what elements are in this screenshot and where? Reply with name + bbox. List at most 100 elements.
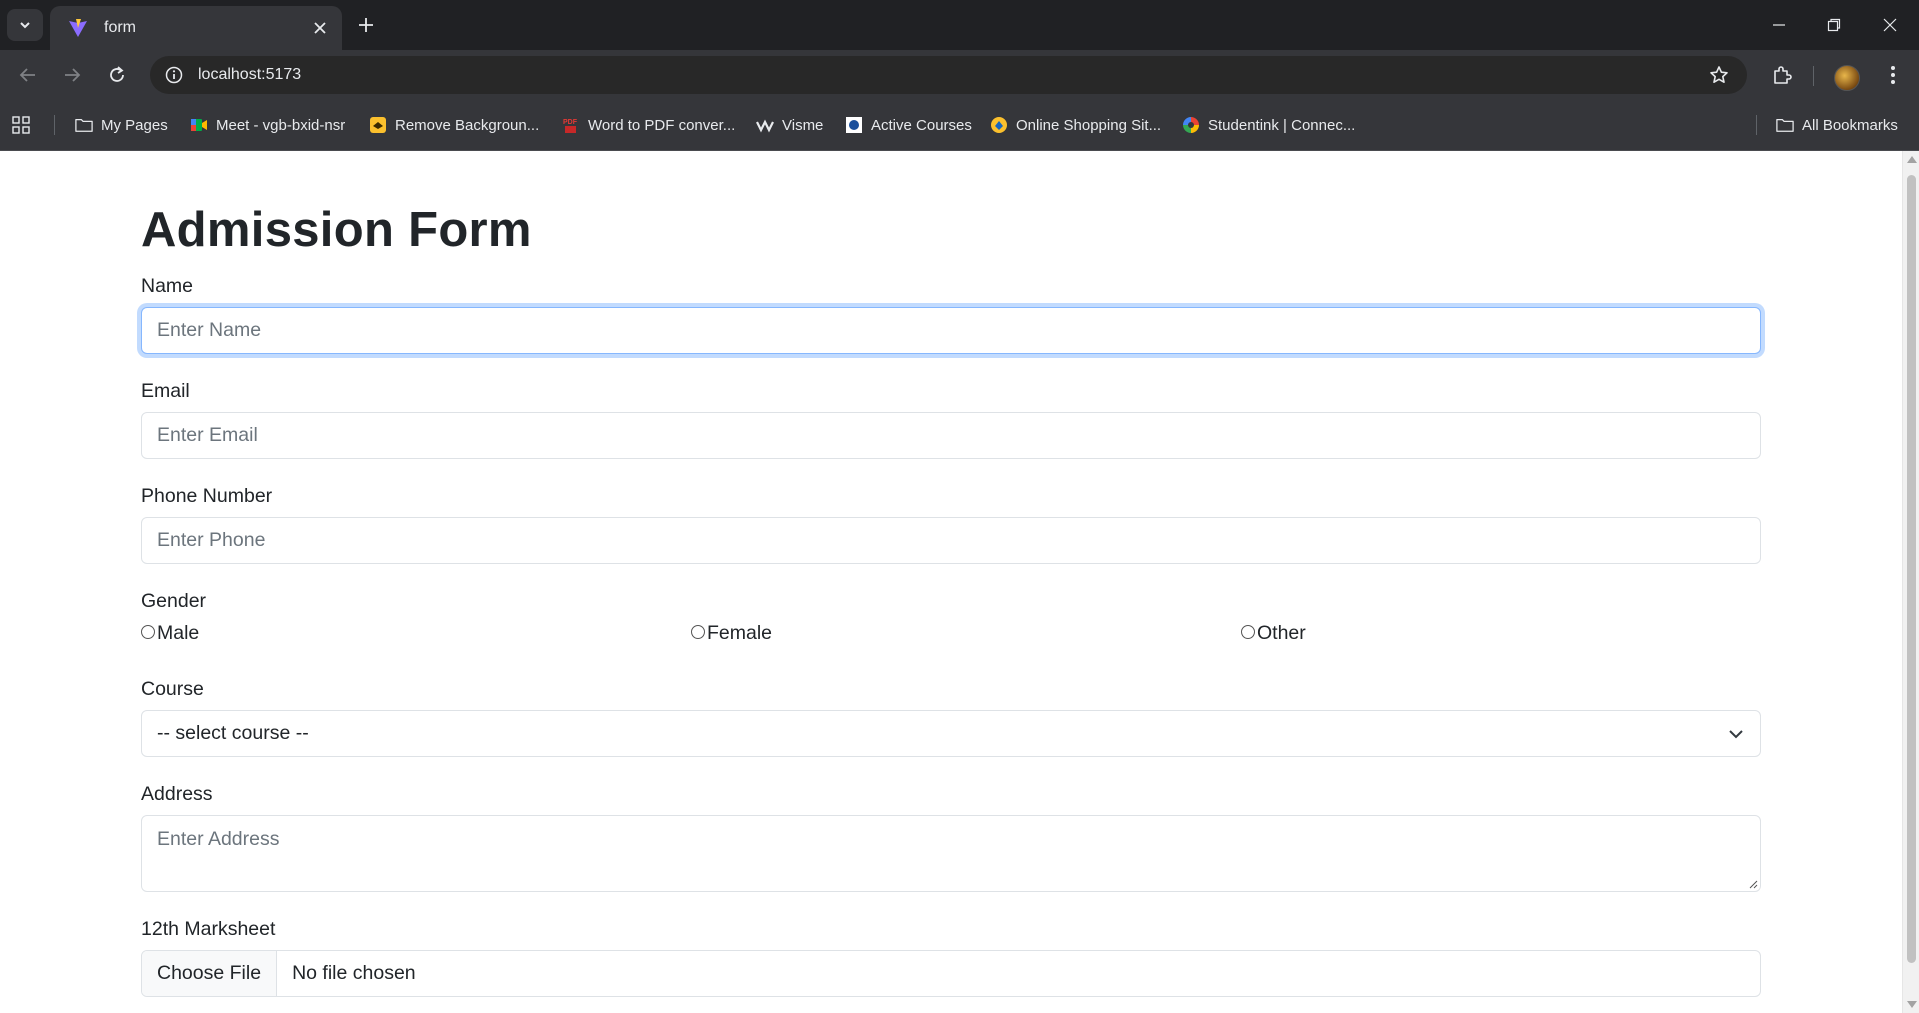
visme-icon <box>756 116 774 134</box>
scroll-down-arrow-icon[interactable] <box>1907 1001 1917 1008</box>
folder-icon <box>1776 116 1794 134</box>
tab-strip: form <box>0 0 1919 50</box>
all-bookmarks-button[interactable]: All Bookmarks <box>1776 112 1898 138</box>
forward-button[interactable] <box>56 59 88 91</box>
tab-title: form <box>104 19 136 36</box>
chevron-down-icon <box>1729 730 1743 739</box>
apps-button[interactable] <box>12 112 38 138</box>
close-icon <box>1883 18 1897 32</box>
site-info-icon[interactable] <box>162 63 186 87</box>
bookmark-label: Active Courses <box>871 116 972 134</box>
marksheet-file-input[interactable]: Choose File No file chosen <box>141 950 1761 997</box>
bookmark-label: Remove Backgroun... <box>395 116 540 134</box>
gender-label: Gender <box>141 590 207 612</box>
chevron-down-icon <box>20 22 30 29</box>
bookmark-studentink[interactable]: Studentink | Connec... <box>1182 112 1355 138</box>
bookmark-label: My Pages <box>101 116 168 134</box>
choose-file-button[interactable]: Choose File <box>142 951 278 996</box>
svg-text:PDF: PDF <box>563 119 578 126</box>
reload-button[interactable] <box>101 59 133 91</box>
back-button[interactable] <box>12 59 44 91</box>
bookmark-meet[interactable]: Meet - vgb-bxid-nsr <box>190 112 345 138</box>
gender-option-other[interactable]: Other <box>1241 622 1306 645</box>
bookmark-label: Studentink | Connec... <box>1208 116 1356 134</box>
reload-icon <box>110 66 124 82</box>
profile-avatar[interactable] <box>1834 65 1860 91</box>
minimize-button[interactable] <box>1751 0 1807 50</box>
course-selected-value: -- select course -- <box>157 722 309 744</box>
apps-grid-icon <box>12 116 30 134</box>
bookmark-my-pages[interactable]: My Pages <box>75 112 168 138</box>
phone-label: Phone Number <box>141 485 273 507</box>
email-input[interactable] <box>141 412 1761 459</box>
course-label: Course <box>141 678 204 700</box>
back-arrow-icon <box>19 68 35 82</box>
plus-icon <box>359 18 373 32</box>
remove-bg-icon <box>369 116 387 134</box>
restore-icon <box>1827 18 1841 32</box>
browser-toolbar: localhost:5173 <box>0 50 1919 100</box>
shopping-icon <box>990 116 1008 134</box>
address-label: Address <box>141 783 213 805</box>
address-placeholder: Enter Address <box>157 828 280 850</box>
more-menu-icon[interactable] <box>1881 63 1905 87</box>
bookmark-visme[interactable]: Visme <box>756 112 823 138</box>
bookmark-label: Online Shopping Sit... <box>1016 116 1162 134</box>
email-label: Email <box>141 380 190 402</box>
browser-chrome: form localhost:5173 My Pages Meet - vgb-… <box>0 0 1919 151</box>
radio-button[interactable] <box>141 624 155 639</box>
admission-form: Admission Form Name Email Phone Number G… <box>141 206 1761 997</box>
page-scrollbar[interactable] <box>1902 151 1919 1013</box>
marksheet-label: 12th Marksheet <box>141 918 276 940</box>
bookmark-star-icon[interactable] <box>1707 63 1731 87</box>
bookmark-online-shopping[interactable]: Online Shopping Sit... <box>990 112 1161 138</box>
toolbar-divider <box>1813 66 1814 86</box>
bookmark-label: Visme <box>782 116 824 134</box>
page-title: Admission Form <box>141 203 532 257</box>
bookmarks-divider <box>54 115 55 135</box>
bookmark-active-courses[interactable]: Active Courses <box>845 112 972 138</box>
scroll-up-arrow-icon[interactable] <box>1907 156 1917 163</box>
courses-icon <box>845 116 863 134</box>
bookmark-label: Meet - vgb-bxid-nsr <box>216 116 346 134</box>
restore-button[interactable] <box>1806 0 1862 50</box>
radio-button[interactable] <box>1241 624 1255 639</box>
file-status-text: No file chosen <box>292 962 416 984</box>
resize-handle-icon[interactable] <box>1748 879 1758 889</box>
pdf-icon: PDF <box>562 116 580 134</box>
gender-radio-group: Male Female Other <box>141 622 1761 648</box>
tab-search-button[interactable] <box>7 9 43 41</box>
page-viewport: Admission Form Name Email Phone Number G… <box>0 151 1919 1013</box>
minimize-icon <box>1773 24 1785 26</box>
gender-option-male[interactable]: Male <box>141 622 199 645</box>
close-window-button[interactable] <box>1862 0 1918 50</box>
phone-input[interactable] <box>141 517 1761 564</box>
all-bookmarks-label: All Bookmarks <box>1802 116 1898 134</box>
extensions-icon[interactable] <box>1770 63 1794 87</box>
bookmark-remove-background[interactable]: Remove Backgroun... <box>369 112 539 138</box>
scrollbar-thumb[interactable] <box>1907 175 1916 963</box>
bookmarks-bar: My Pages Meet - vgb-bxid-nsr Remove Back… <box>0 100 1919 151</box>
radio-label: Other <box>1257 622 1306 644</box>
address-bar[interactable]: localhost:5173 <box>150 56 1747 94</box>
bookmark-word-to-pdf[interactable]: PDF Word to PDF conver... <box>562 112 735 138</box>
name-input[interactable] <box>141 307 1761 354</box>
close-tab-icon[interactable] <box>310 18 330 38</box>
radio-label: Male <box>157 622 200 644</box>
folder-icon <box>75 116 93 134</box>
meet-icon <box>190 116 208 134</box>
address-textarea[interactable]: Enter Address <box>141 815 1761 892</box>
name-label: Name <box>141 275 194 297</box>
vite-icon <box>68 18 88 38</box>
bookmarks-divider <box>1756 115 1757 135</box>
url-text: localhost:5173 <box>198 66 302 83</box>
gender-option-female[interactable]: Female <box>691 622 772 645</box>
radio-label: Female <box>707 622 773 644</box>
forward-arrow-icon <box>65 68 81 82</box>
radio-button[interactable] <box>691 624 705 639</box>
bookmark-label: Word to PDF conver... <box>588 116 736 134</box>
tab-form[interactable]: form <box>50 6 342 50</box>
course-select[interactable]: -- select course -- <box>141 710 1761 757</box>
studentink-icon <box>1182 116 1200 134</box>
new-tab-button[interactable] <box>352 11 380 39</box>
